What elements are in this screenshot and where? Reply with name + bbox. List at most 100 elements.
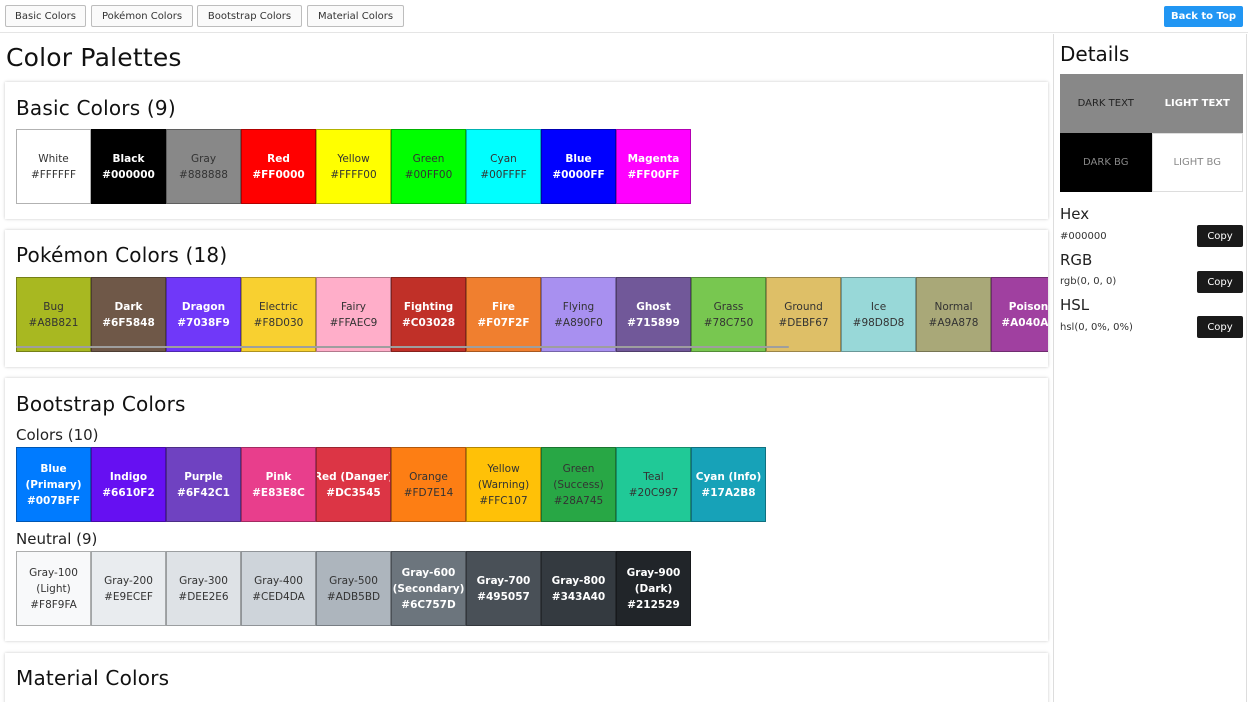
- pokemon-color-swatch[interactable]: Electric #F8D030: [241, 277, 316, 352]
- light-text-sample: LIGHT TEXT: [1151, 74, 1243, 133]
- bootstrap-colors-card: Bootstrap Colors Colors (10) Blue (Prima…: [5, 378, 1048, 641]
- nav-bootstrap-colors-button[interactable]: Bootstrap Colors: [197, 5, 302, 27]
- basic-color-swatch[interactable]: Yellow #FFFF00: [316, 129, 391, 204]
- basic-color-swatch[interactable]: White #FFFFFF: [16, 129, 91, 204]
- pokemon-color-swatch[interactable]: Normal #A9A878: [916, 277, 991, 352]
- bootstrap-neutral-subheading: Neutral (9): [16, 530, 98, 548]
- swatch-hex: #715899: [627, 316, 680, 329]
- pokemon-color-swatch[interactable]: Flying #A890F0: [541, 277, 616, 352]
- bootstrap-neutral-swatch[interactable]: Gray-600 (Secondary) #6C757D: [391, 551, 466, 626]
- swatch-name: Teal: [643, 470, 664, 483]
- swatch-name: Gray: [190, 152, 217, 165]
- back-to-top-button[interactable]: Back to Top: [1164, 6, 1243, 27]
- swatch-name: Ice: [870, 300, 887, 313]
- bootstrap-color-swatch[interactable]: Red (Danger) #DC3545: [316, 447, 391, 522]
- swatch-name: Cyan (Info): [695, 470, 762, 483]
- details-panel: Details DARK TEXT LIGHT TEXT DARK BG LIG…: [1053, 34, 1247, 702]
- swatch-hex: #A8B821: [28, 316, 79, 329]
- pokemon-row-scrollbar[interactable]: [16, 346, 789, 348]
- pokemon-color-swatch[interactable]: Bug #A8B821: [16, 277, 91, 352]
- swatch-name: Bug: [43, 300, 64, 313]
- basic-color-swatch[interactable]: Blue #0000FF: [541, 129, 616, 204]
- nav-material-colors-button[interactable]: Material Colors: [307, 5, 404, 27]
- bootstrap-neutral-swatch[interactable]: Gray-200 #E9ECEF: [91, 551, 166, 626]
- swatch-hex: #6C757D: [401, 598, 456, 611]
- dark-text-sample: DARK TEXT: [1060, 74, 1152, 133]
- bootstrap-neutral-swatch[interactable]: Gray-800 #343A40: [541, 551, 616, 626]
- hex-value: #000000: [1060, 231, 1107, 242]
- pokemon-colors-title: Pokémon Colors (18): [16, 243, 228, 267]
- pokemon-colors-card: Pokémon Colors (18) Bug #A8B821 Dark #6F584…: [5, 230, 1048, 367]
- swatch-name: Electric: [259, 300, 298, 313]
- pokemon-color-swatch[interactable]: Poison #A040A0: [991, 277, 1048, 352]
- swatch-hex: #0000FF: [552, 168, 605, 181]
- main-content[interactable]: Color Palettes Basic Colors (9) White #FF…: [0, 34, 1052, 702]
- swatch-hex: #E9ECEF: [104, 590, 153, 603]
- bootstrap-color-swatch[interactable]: Teal #20C997: [616, 447, 691, 522]
- basic-colors-card: Basic Colors (9) White #FFFFFF Black #00000…: [5, 82, 1048, 219]
- swatch-hex: #FFFF00: [330, 168, 377, 181]
- basic-color-swatch[interactable]: Magenta #FF00FF: [616, 129, 691, 204]
- pokemon-color-swatch[interactable]: Ghost #715899: [616, 277, 691, 352]
- bootstrap-neutral-swatch[interactable]: Gray-900 (Dark) #212529: [616, 551, 691, 626]
- bootstrap-neutral-swatch[interactable]: Gray-400 #CED4DA: [241, 551, 316, 626]
- bootstrap-neutral-swatch[interactable]: Gray-500 #ADB5BD: [316, 551, 391, 626]
- hsl-label: HSL: [1060, 296, 1090, 314]
- light-bg-sample: LIGHT BG: [1151, 133, 1243, 192]
- copy-hsl-button[interactable]: Copy: [1197, 316, 1243, 338]
- bootstrap-color-swatch[interactable]: Blue (Primary) #007BFF: [16, 447, 91, 522]
- pokemon-color-swatch[interactable]: Ground #DEBF67: [766, 277, 841, 352]
- swatch-hex: #495057: [477, 590, 530, 603]
- swatch-hex: #6F42C1: [177, 486, 230, 499]
- pokemon-color-swatch[interactable]: Fire #F07F2F: [466, 277, 541, 352]
- swatch-name: Grass: [713, 300, 744, 313]
- bootstrap-colors-title: Bootstrap Colors: [16, 392, 186, 416]
- basic-color-swatch[interactable]: Gray #888888: [166, 129, 241, 204]
- bootstrap-color-swatch[interactable]: Purple #6F42C1: [166, 447, 241, 522]
- basic-color-swatch[interactable]: Green #00FF00: [391, 129, 466, 204]
- swatch-hex: #FFFFFF: [30, 168, 77, 181]
- swatch-hex: #6610F2: [102, 486, 155, 499]
- pokemon-color-swatch[interactable]: Fairy #FFAEC9: [316, 277, 391, 352]
- pokemon-colors-row[interactable]: Bug #A8B821 Dark #6F5848 Dragon #7038F9 Electr…: [16, 277, 1048, 352]
- nav-pokemon-colors-button[interactable]: Pokémon Colors: [91, 5, 193, 27]
- bootstrap-color-swatch[interactable]: Green (Success) #28A745: [541, 447, 616, 522]
- pokemon-color-swatch[interactable]: Fighting #C03028: [391, 277, 466, 352]
- swatch-hex: #CED4DA: [252, 590, 305, 603]
- swatch-name: Blue (Primary): [25, 462, 82, 491]
- copy-rgb-button[interactable]: Copy: [1197, 271, 1243, 293]
- swatch-name: Pink: [265, 470, 292, 483]
- swatch-hex: #FF00FF: [627, 168, 680, 181]
- copy-hex-button[interactable]: Copy: [1197, 225, 1243, 247]
- basic-color-swatch[interactable]: Red #FF0000: [241, 129, 316, 204]
- bootstrap-neutral-swatch[interactable]: Gray-300 #DEE2E6: [166, 551, 241, 626]
- pokemon-color-swatch[interactable]: Grass #78C750: [691, 277, 766, 352]
- rgb-label: RGB: [1060, 251, 1093, 269]
- hex-label: Hex: [1060, 205, 1090, 223]
- bootstrap-color-swatch[interactable]: Yellow (Warning) #FFC107: [466, 447, 541, 522]
- basic-color-swatch[interactable]: Black #000000: [91, 129, 166, 204]
- pokemon-color-swatch[interactable]: Ice #98D8D8: [841, 277, 916, 352]
- swatch-hex: #DC3545: [326, 486, 381, 499]
- swatch-hex: #A890F0: [554, 316, 603, 329]
- bootstrap-color-swatch[interactable]: Indigo #6610F2: [91, 447, 166, 522]
- pokemon-color-swatch[interactable]: Dragon #7038F9: [166, 277, 241, 352]
- swatch-name: Ground: [784, 300, 823, 313]
- page-title: Color Palettes: [6, 43, 182, 72]
- bootstrap-color-swatch[interactable]: Cyan (Info) #17A2B8: [691, 447, 766, 522]
- swatch-name: Normal: [934, 300, 973, 313]
- bootstrap-color-swatch[interactable]: Pink #E83E8C: [241, 447, 316, 522]
- swatch-hex: #78C750: [703, 316, 754, 329]
- swatch-hex: #FFC107: [479, 494, 528, 507]
- basic-color-swatch[interactable]: Cyan #00FFFF: [466, 129, 541, 204]
- swatch-name: Gray-200: [104, 574, 153, 587]
- bootstrap-neutral-swatch[interactable]: Gray-700 #495057: [466, 551, 541, 626]
- swatch-hex: #F8D030: [253, 316, 304, 329]
- nav-basic-colors-button[interactable]: Basic Colors: [5, 5, 86, 27]
- swatch-name: Gray-700: [476, 574, 531, 587]
- swatch-name: Poison: [1008, 300, 1048, 313]
- pokemon-color-swatch[interactable]: Dark #6F5848: [91, 277, 166, 352]
- bootstrap-neutral-swatch[interactable]: Gray-100 (Light) #F8F9FA: [16, 551, 91, 626]
- bootstrap-color-swatch[interactable]: Orange #FD7E14: [391, 447, 466, 522]
- swatch-hex: #007BFF: [26, 494, 81, 507]
